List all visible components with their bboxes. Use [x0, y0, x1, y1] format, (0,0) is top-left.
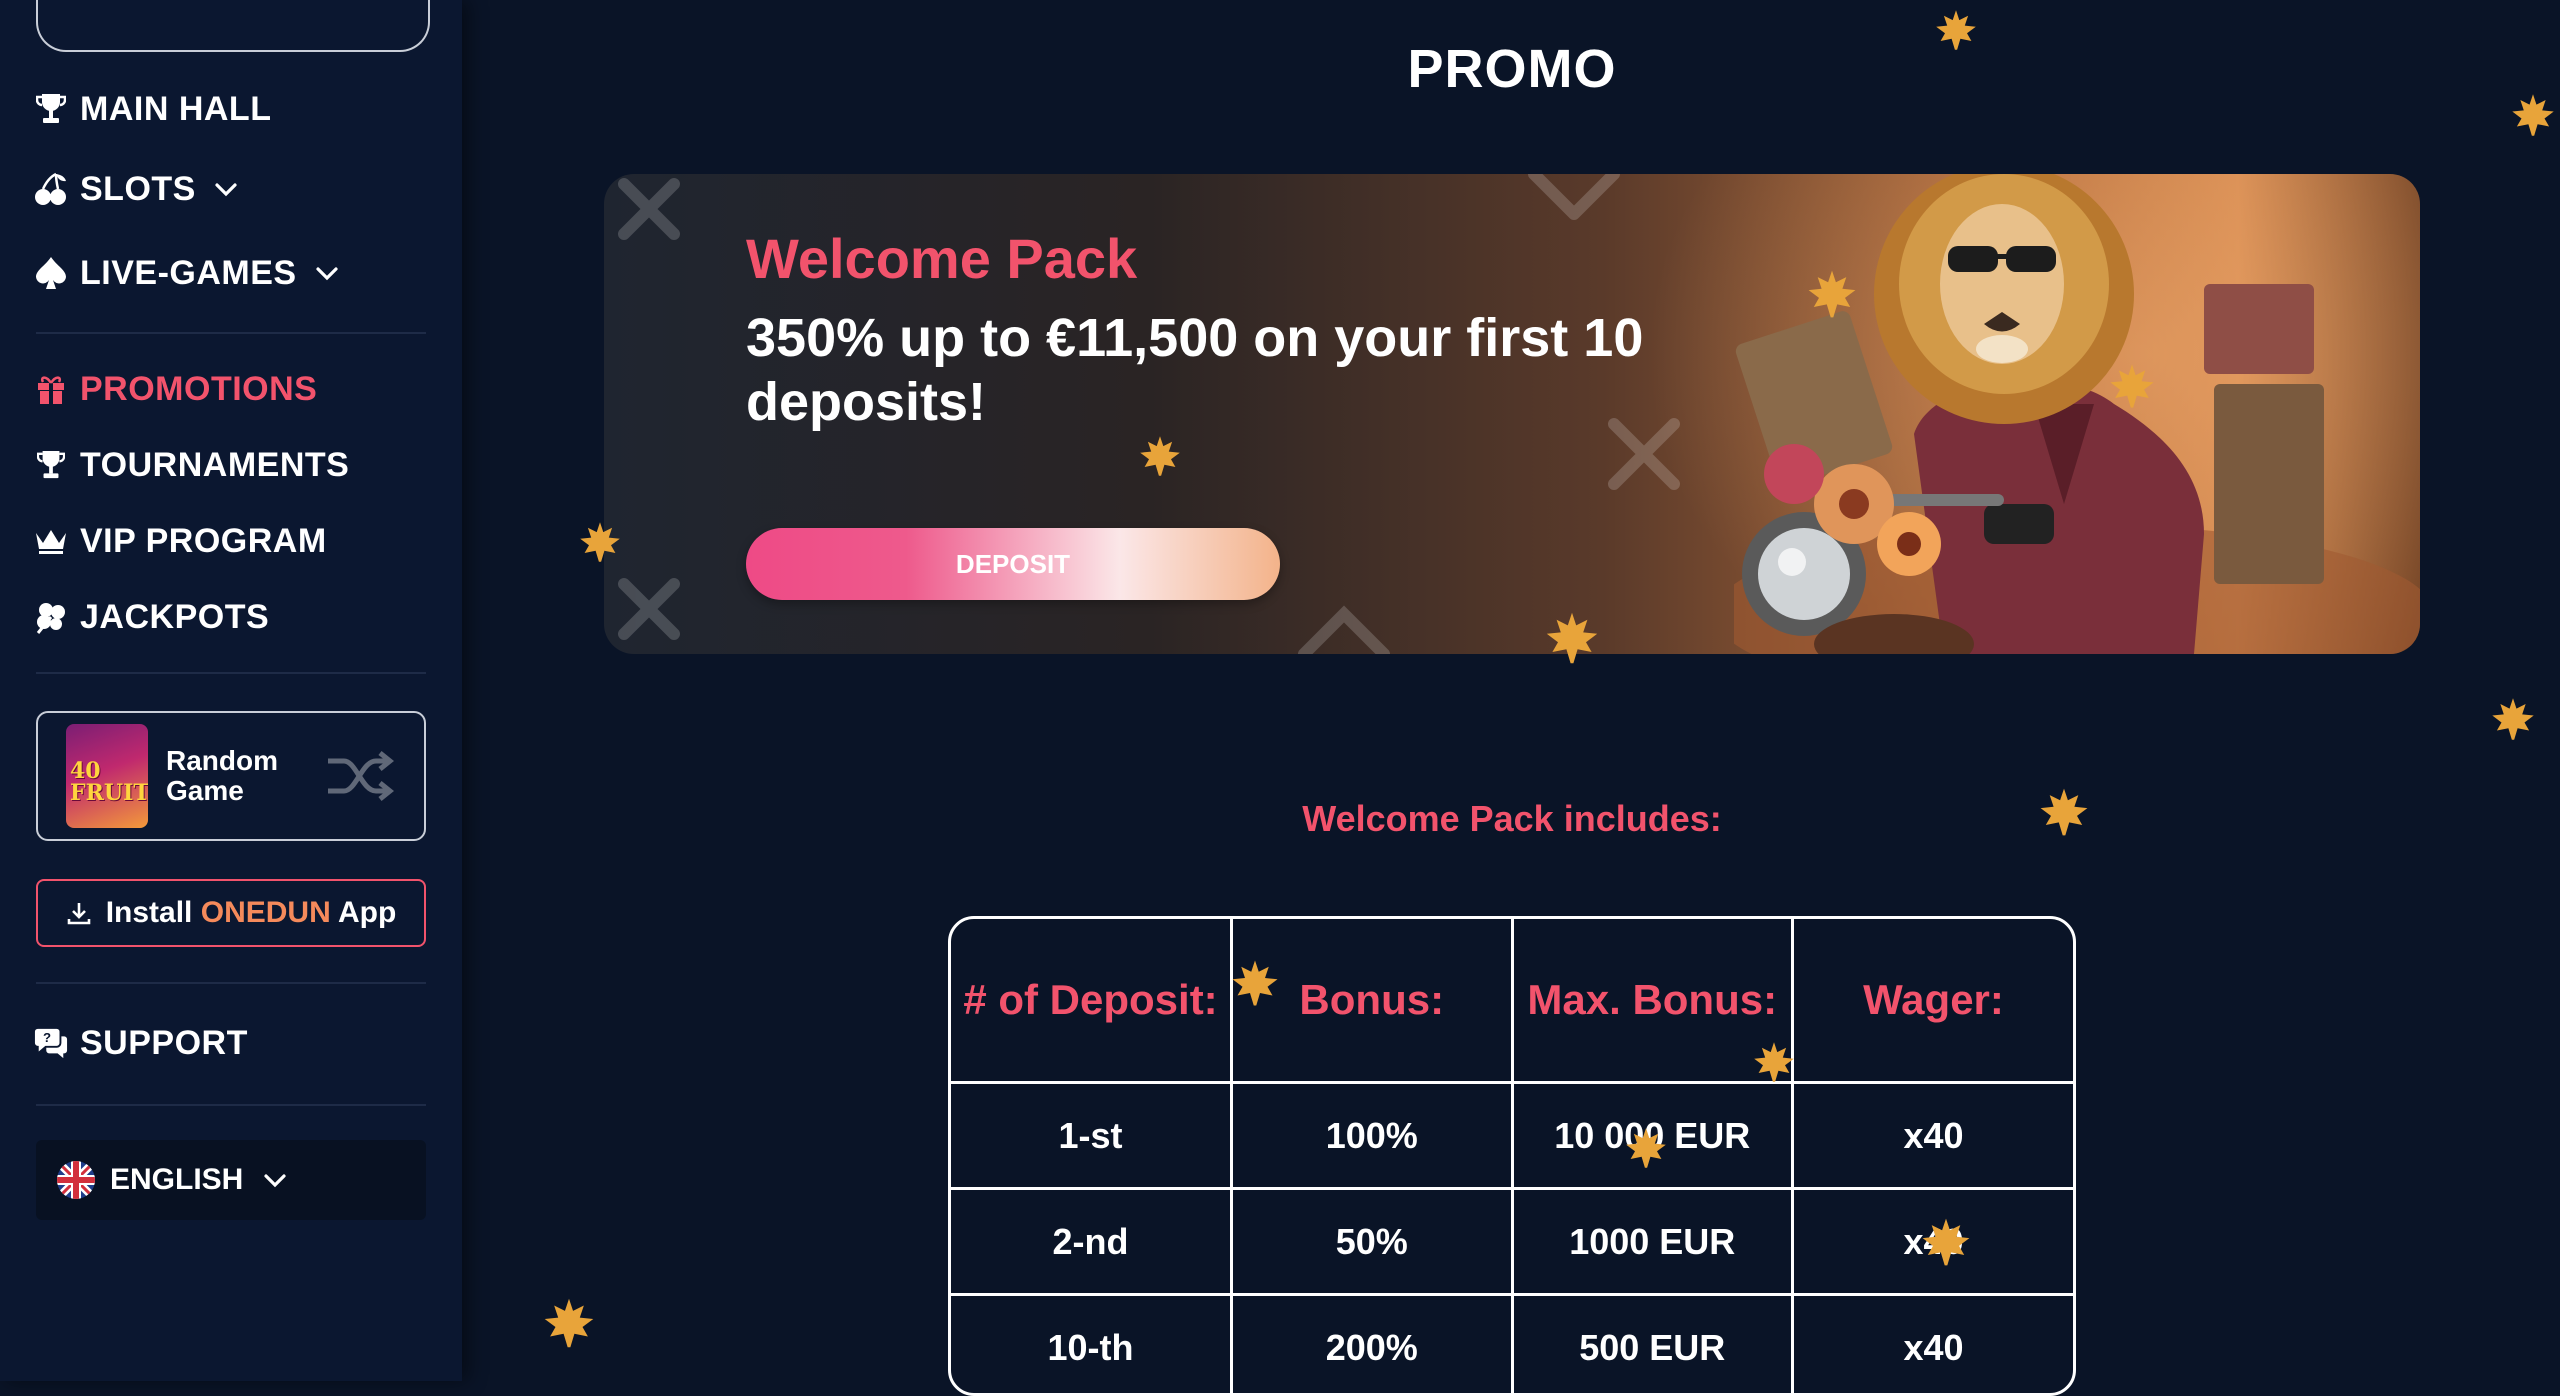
nav-label: JACKPOTS: [80, 598, 269, 637]
nav-label: SUPPORT: [80, 1024, 248, 1063]
nav-promotions[interactable]: PROMOTIONS: [34, 364, 317, 414]
deposit-button[interactable]: DEPOSIT: [746, 528, 1280, 600]
table-cell: 10 000 EUR: [1512, 1083, 1793, 1189]
nav-jackpots[interactable]: JACKPOTS: [34, 592, 269, 642]
chevron-down-icon[interactable]: [313, 259, 341, 287]
install-suffix: App: [331, 896, 397, 929]
table-header: Bonus:: [1232, 919, 1513, 1083]
svg-text:?: ?: [43, 1030, 52, 1045]
random-game-thumb-text: 40 FRUITS: [70, 760, 148, 804]
maple-leaf-icon: [542, 1296, 596, 1350]
random-game-thumbnail: 40 FRUITS: [66, 724, 148, 828]
nav-main-hall[interactable]: MAIN HALL: [34, 84, 271, 134]
table-row: 2-nd 50% 1000 EUR x40: [951, 1189, 2073, 1295]
cherries-icon: [34, 172, 68, 206]
table-row: 1-st 100% 10 000 EUR x40: [951, 1083, 2073, 1189]
table-cell: 1000 EUR: [1512, 1189, 1793, 1295]
table-header: Wager:: [1793, 919, 2074, 1083]
nav-vip-program[interactable]: VIP PROGRAM: [34, 516, 327, 566]
table-cell: 100%: [1232, 1083, 1513, 1189]
nav-label: PROMOTIONS: [80, 370, 317, 409]
nav-slots[interactable]: SLOTS: [34, 164, 240, 214]
install-brand: ONEDUN: [201, 896, 331, 929]
nav-live-games[interactable]: LIVE-GAMES: [34, 248, 341, 298]
download-icon: [66, 900, 92, 926]
table-header-row: # of Deposit: Bonus: Max. Bonus: Wager:: [951, 919, 2073, 1083]
nav-label: VIP PROGRAM: [80, 522, 327, 561]
maple-leaf-icon: [2490, 696, 2536, 742]
banner-title: Welcome Pack: [746, 226, 1137, 291]
random-game-label: Random Game: [166, 746, 278, 806]
maple-leaf-icon: [1934, 8, 1978, 52]
welcome-pack-table: # of Deposit: Bonus: Max. Bonus: Wager: …: [948, 916, 2076, 1396]
sidebar-divider: [36, 1104, 426, 1106]
sidebar-divider: [36, 982, 426, 984]
maple-leaf-icon: [2510, 92, 2556, 138]
install-app-button[interactable]: Install ONEDUN App: [36, 879, 426, 947]
welcome-pack-banner: Welcome Pack 350% up to €11,500 on your …: [604, 174, 2420, 654]
gift-icon: [34, 372, 68, 406]
trophy-icon: [34, 92, 68, 126]
sidebar-divider: [36, 332, 426, 334]
chevron-down-icon: [261, 1166, 289, 1194]
nav-label: LIVE-GAMES: [80, 254, 297, 293]
language-label: ENGLISH: [110, 1163, 243, 1197]
trophy-icon: [34, 448, 68, 482]
chevron-down-icon[interactable]: [212, 175, 240, 203]
table-cell: 2-nd: [951, 1189, 1232, 1295]
nav-tournaments[interactable]: TOURNAMENTS: [34, 440, 349, 490]
banner-subtitle: 350% up to €11,500 on your first 10 depo…: [746, 306, 1726, 434]
nav-label: TOURNAMENTS: [80, 446, 349, 485]
page-title: PROMO: [1312, 38, 1712, 100]
clover-icon: [34, 600, 68, 634]
crown-icon: [34, 524, 68, 558]
install-label: Install ONEDUN App: [106, 896, 397, 930]
table-cell: x40: [1793, 1083, 2074, 1189]
table-header: # of Deposit:: [951, 919, 1232, 1083]
nav-support[interactable]: ? SUPPORT: [34, 1018, 248, 1068]
table-cell: 1-st: [951, 1083, 1232, 1189]
spade-icon: [34, 256, 68, 290]
banner-decor-x: [614, 574, 724, 654]
sidebar: MAIN HALL SLOTS LIVE-GAMES PROMOTIONS TO…: [0, 0, 462, 1381]
search-bar-partial[interactable]: [36, 0, 430, 52]
nav-label: MAIN HALL: [80, 90, 271, 129]
sidebar-divider: [36, 672, 426, 674]
banner-decor-x: [1524, 174, 1634, 234]
table-cell: x40: [1793, 1189, 2074, 1295]
install-prefix: Install: [106, 896, 201, 929]
language-selector[interactable]: ENGLISH: [36, 1140, 426, 1220]
table-header: Max. Bonus:: [1512, 919, 1793, 1083]
includes-title: Welcome Pack includes:: [1212, 798, 1812, 840]
table-cell: 50%: [1232, 1189, 1513, 1295]
maple-leaf-icon: [2038, 786, 2090, 838]
random-game-button[interactable]: 40 FRUITS Random Game: [36, 711, 426, 841]
shuffle-icon: [326, 749, 394, 803]
support-chat-icon: ?: [34, 1026, 68, 1060]
random-game-label-line2: Game: [166, 776, 278, 806]
random-game-label-line1: Random: [166, 746, 278, 776]
banner-decor-x: [1294, 604, 1404, 654]
banner-decor-x: [614, 174, 724, 264]
nav-label: SLOTS: [80, 170, 196, 209]
lion-biker-illustration: [1734, 174, 2420, 654]
uk-flag-icon: [56, 1160, 96, 1200]
